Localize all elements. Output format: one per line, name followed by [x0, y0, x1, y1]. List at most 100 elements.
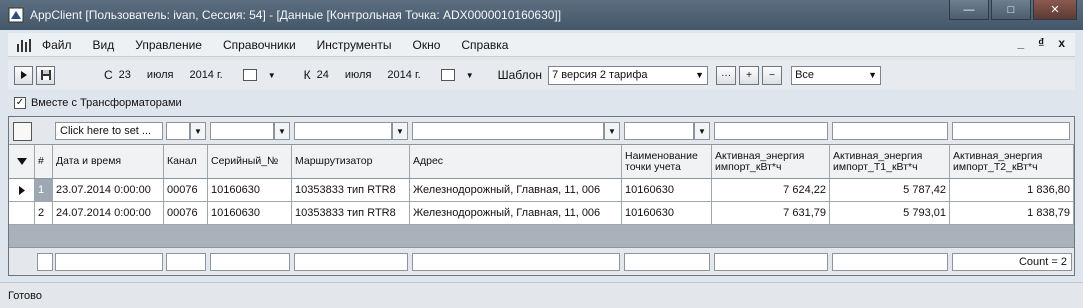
- from-year: 2014 г.: [189, 69, 223, 81]
- to-date-picker[interactable]: 24 июля 2014 г. ▼: [317, 69, 474, 81]
- filter-address-input[interactable]: [412, 122, 604, 140]
- filter-router-input[interactable]: [294, 122, 392, 140]
- menu-window[interactable]: Окно: [412, 38, 440, 52]
- cell-channel[interactable]: 00076: [164, 202, 208, 224]
- cell-point[interactable]: 10160630: [622, 202, 712, 224]
- cell-address[interactable]: Железнодорожный, Главная, 11, 006: [410, 202, 622, 224]
- table-row[interactable]: 1 23.07.2014 0:00:00 00076 10160630 1035…: [9, 179, 1074, 202]
- row-current-indicator: [9, 179, 35, 201]
- row-indicator: [9, 202, 35, 224]
- filter-value: Все: [795, 69, 815, 81]
- to-day: 24: [316, 69, 329, 81]
- filter-point-dropdown[interactable]: ▼: [694, 122, 710, 140]
- menu-view[interactable]: Вид: [93, 38, 115, 52]
- mdi-minimize-button[interactable]: _: [1017, 36, 1024, 50]
- cell-serial[interactable]: 10160630: [208, 202, 292, 224]
- cell-router[interactable]: 10353833 тип RTR8: [292, 179, 410, 201]
- summary-cell: [714, 253, 828, 271]
- from-month: июля: [146, 69, 174, 81]
- from-date-picker[interactable]: 23 июля 2014 г. ▼: [119, 69, 276, 81]
- cell-channel[interactable]: 00076: [164, 179, 208, 201]
- chart-icon: [17, 38, 31, 52]
- cell-point[interactable]: 10160630: [622, 179, 712, 201]
- header-row: # Дата и время Канал Серийный_№ Маршрути…: [9, 145, 1074, 179]
- col-header-serial[interactable]: Серийный_№: [208, 145, 292, 178]
- template-add-button[interactable]: +: [739, 65, 760, 85]
- calendar-icon[interactable]: [440, 69, 455, 81]
- summary-row: Count = 2: [9, 247, 1074, 275]
- menu-tools[interactable]: Инструменты: [317, 38, 392, 52]
- cell-energy-t2[interactable]: 1 838,79: [950, 202, 1074, 224]
- menu-bar: Файл Вид Управление Справочники Инструме…: [8, 33, 1075, 57]
- save-button[interactable]: [36, 65, 55, 85]
- cell-address[interactable]: Железнодорожный, Главная, 11, 006: [410, 179, 622, 201]
- cell-energy-t1[interactable]: 5 793,01: [830, 202, 950, 224]
- filter-channel-dropdown[interactable]: ▼: [190, 122, 206, 140]
- with-transformers-option[interactable]: ✓ Вместе с Трансформаторами: [14, 97, 182, 109]
- filter-datetime-input[interactable]: Click here to set ...: [55, 122, 163, 140]
- filter-serial-input[interactable]: [210, 122, 274, 140]
- filter-energy-t2-input[interactable]: [952, 122, 1070, 140]
- mdi-restore-button[interactable]: ₫: [1038, 36, 1044, 50]
- table-row[interactable]: 2 24.07.2014 0:00:00 00076 10160630 1035…: [9, 202, 1074, 225]
- col-header-number[interactable]: #: [35, 145, 53, 178]
- col-header-channel[interactable]: Канал: [164, 145, 208, 178]
- run-button[interactable]: [14, 65, 33, 85]
- cell-datetime[interactable]: 24.07.2014 0:00:00: [53, 202, 164, 224]
- cell-energy-t2[interactable]: 1 836,80: [950, 179, 1074, 201]
- col-header-energy[interactable]: Активная_энергия импорт_кВт*ч: [712, 145, 830, 178]
- mdi-close-button[interactable]: x: [1058, 36, 1065, 50]
- minimize-button[interactable]: —: [949, 0, 989, 20]
- template-remove-button[interactable]: −: [762, 65, 783, 85]
- filter-row: Click here to set ... ▼ ▼ ▼ ▼ ▼: [9, 117, 1074, 145]
- filter-serial-dropdown[interactable]: ▼: [274, 122, 290, 140]
- data-grid: Click here to set ... ▼ ▼ ▼ ▼ ▼ # Дата и…: [8, 116, 1075, 276]
- col-header-router[interactable]: Маршрутизатор: [292, 145, 410, 178]
- filter-channel-input[interactable]: [166, 122, 190, 140]
- cell-number: 2: [35, 202, 53, 224]
- summary-count: Count = 2: [952, 253, 1072, 271]
- template-select[interactable]: 7 версия 2 тарифа ▼: [548, 65, 709, 85]
- close-button[interactable]: ✕: [1033, 0, 1077, 20]
- window-title: AppClient [Пользователь: ivan, Сессия: 5…: [30, 8, 562, 22]
- row-indicator-header: [9, 145, 35, 178]
- filter-address-dropdown[interactable]: ▼: [604, 122, 620, 140]
- maximize-button[interactable]: □: [991, 0, 1031, 20]
- col-header-address[interactable]: Адрес: [410, 145, 622, 178]
- col-header-energy-t2[interactable]: Активная_энергия импорт_Т2_кВт*ч: [950, 145, 1074, 178]
- cell-datetime[interactable]: 23.07.2014 0:00:00: [53, 179, 164, 201]
- menu-file[interactable]: Файл: [42, 38, 72, 52]
- triangle-right-icon: [18, 185, 25, 195]
- filter-energy-input[interactable]: [714, 122, 828, 140]
- app-icon: [8, 7, 24, 23]
- template-ellipsis-button[interactable]: ···: [716, 65, 737, 85]
- chevron-down-icon: ▼: [695, 69, 705, 80]
- cell-energy-t1[interactable]: 5 787,42: [830, 179, 950, 201]
- chevron-down-icon: ▼: [868, 69, 878, 80]
- with-transformers-checkbox[interactable]: ✓: [14, 97, 26, 109]
- triangle-down-icon: [16, 158, 27, 165]
- col-header-energy-t1[interactable]: Активная_энергия импорт_Т1_кВт*ч: [830, 145, 950, 178]
- cell-router[interactable]: 10353833 тип RTR8: [292, 202, 410, 224]
- calendar-icon[interactable]: [242, 69, 257, 81]
- filter-energy-t1-input[interactable]: [832, 122, 948, 140]
- from-day: 23: [118, 69, 131, 81]
- filter-select[interactable]: Все ▼: [791, 65, 882, 85]
- cell-serial[interactable]: 10160630: [208, 179, 292, 201]
- cell-energy[interactable]: 7 631,79: [712, 202, 830, 224]
- summary-cell: [55, 253, 163, 271]
- menu-management[interactable]: Управление: [135, 38, 202, 52]
- filter-router-dropdown[interactable]: ▼: [392, 122, 408, 140]
- toolbar: С 23 июля 2014 г. ▼ К 24 июля 2014 г. ▼ …: [8, 60, 1075, 90]
- filter-icon[interactable]: [13, 122, 32, 141]
- col-header-point[interactable]: Наименование точки учета: [622, 145, 712, 178]
- cell-number: 1: [35, 179, 53, 201]
- menu-help[interactable]: Справка: [461, 38, 508, 52]
- summary-cell: [832, 253, 948, 271]
- col-header-datetime[interactable]: Дата и время: [53, 145, 164, 178]
- to-label: К: [303, 68, 311, 82]
- menu-references[interactable]: Справочники: [223, 38, 296, 52]
- to-year: 2014 г.: [387, 69, 421, 81]
- cell-energy[interactable]: 7 624,22: [712, 179, 830, 201]
- filter-point-input[interactable]: [624, 122, 694, 140]
